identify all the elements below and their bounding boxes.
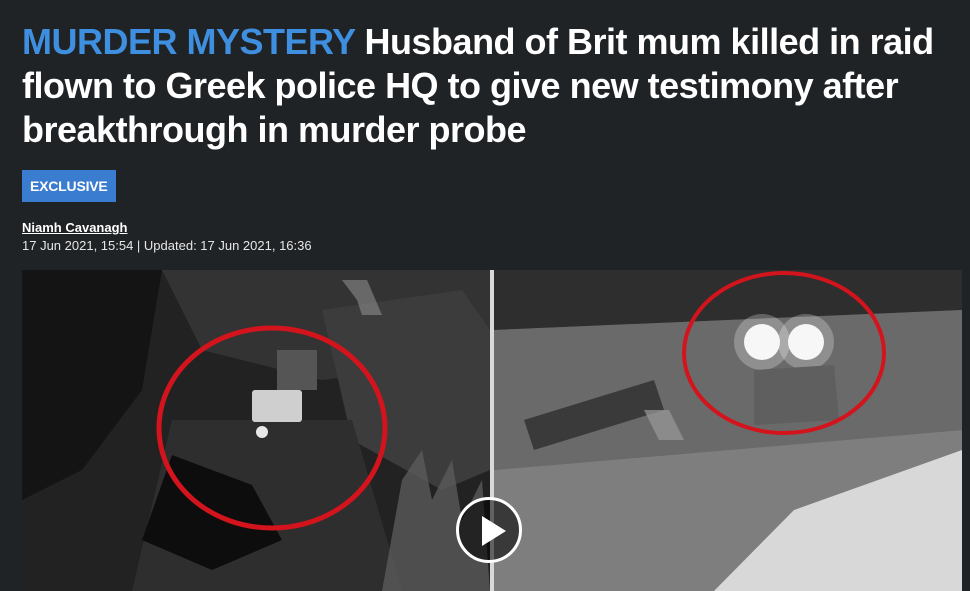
play-button[interactable] [456,497,522,563]
video-player[interactable] [22,270,962,591]
author-link[interactable]: Niamh Cavanagh [22,220,312,235]
article-header: MURDER MYSTERY Husband of Brit mum kille… [22,20,952,152]
cctv-frame-right [494,270,962,591]
publish-dates: 17 Jun 2021, 15:54 | Updated: 17 Jun 202… [22,238,312,253]
headline: MURDER MYSTERY Husband of Brit mum kille… [22,20,952,152]
play-icon [482,516,506,546]
cctv-scene-right [494,270,962,591]
cctv-scene-left [22,270,490,591]
exclusive-badge: EXCLUSIVE [22,170,116,202]
headline-kicker: MURDER MYSTERY [22,21,356,62]
byline: Niamh Cavanagh 17 Jun 2021, 15:54 | Upda… [22,220,312,253]
cctv-frame-left [22,270,490,591]
